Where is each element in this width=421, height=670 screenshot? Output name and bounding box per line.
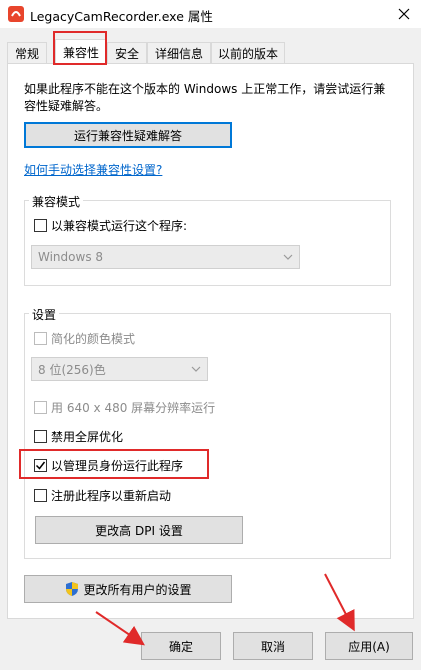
manual-settings-link[interactable]: 如何手动选择兼容性设置? bbox=[24, 161, 162, 178]
close-button[interactable] bbox=[390, 2, 418, 26]
compat-mode-checkbox[interactable] bbox=[34, 219, 47, 232]
troubleshoot-button[interactable]: 运行兼容性疑难解答 bbox=[24, 122, 232, 148]
compat-mode-checkbox-label: 以兼容模式运行这个程序: bbox=[51, 219, 188, 233]
compat-mode-select[interactable]: Windows 8 bbox=[31, 245, 300, 269]
tab-security[interactable]: 安全 bbox=[107, 42, 147, 63]
apply-button[interactable]: 应用(A) bbox=[325, 632, 413, 660]
tab-previous-versions[interactable]: 以前的版本 bbox=[211, 42, 285, 63]
tab-general[interactable]: 常规 bbox=[7, 42, 47, 63]
disable-fullscreen-checkbox[interactable] bbox=[34, 430, 47, 443]
window-title: LegacyCamRecorder.exe 属性 bbox=[30, 9, 213, 24]
register-restart-label: 注册此程序以重新启动 bbox=[51, 489, 172, 503]
chevron-down-icon bbox=[283, 254, 293, 260]
intro-text-line1: 如果此程序不能在这个版本的 Windows 上正常工作，请尝试运行兼 bbox=[24, 82, 386, 96]
shield-icon bbox=[66, 582, 79, 596]
compat-mode-group-label: 兼容模式 bbox=[29, 193, 84, 210]
reduced-color-label: 简化的颜色模式 bbox=[51, 332, 136, 346]
res-640-label: 用 640 x 480 屏幕分辨率运行 bbox=[51, 401, 216, 415]
app-icon bbox=[8, 6, 24, 22]
highlight-box-tab bbox=[53, 31, 107, 65]
color-mode-select[interactable]: 8 位(256)色 bbox=[31, 357, 208, 381]
settings-group-label: 设置 bbox=[29, 306, 60, 323]
register-restart-checkbox[interactable] bbox=[34, 489, 47, 502]
disable-fullscreen-label: 禁用全屏优化 bbox=[51, 430, 124, 444]
cancel-button[interactable]: 取消 bbox=[233, 632, 313, 660]
chevron-down-icon bbox=[191, 366, 201, 372]
change-all-users-button[interactable]: 更改所有用户的设置 bbox=[24, 575, 232, 603]
res-640-checkbox[interactable] bbox=[34, 401, 47, 414]
compat-mode-group bbox=[24, 200, 391, 286]
tab-details[interactable]: 详细信息 bbox=[147, 42, 211, 63]
change-dpi-button[interactable]: 更改高 DPI 设置 bbox=[35, 516, 243, 544]
reduced-color-checkbox[interactable] bbox=[34, 332, 47, 345]
ok-button[interactable]: 确定 bbox=[141, 632, 221, 660]
close-icon bbox=[398, 8, 410, 20]
intro-text-line2: 容性疑难解答。 bbox=[24, 99, 109, 113]
highlight-box-admin bbox=[19, 449, 209, 479]
